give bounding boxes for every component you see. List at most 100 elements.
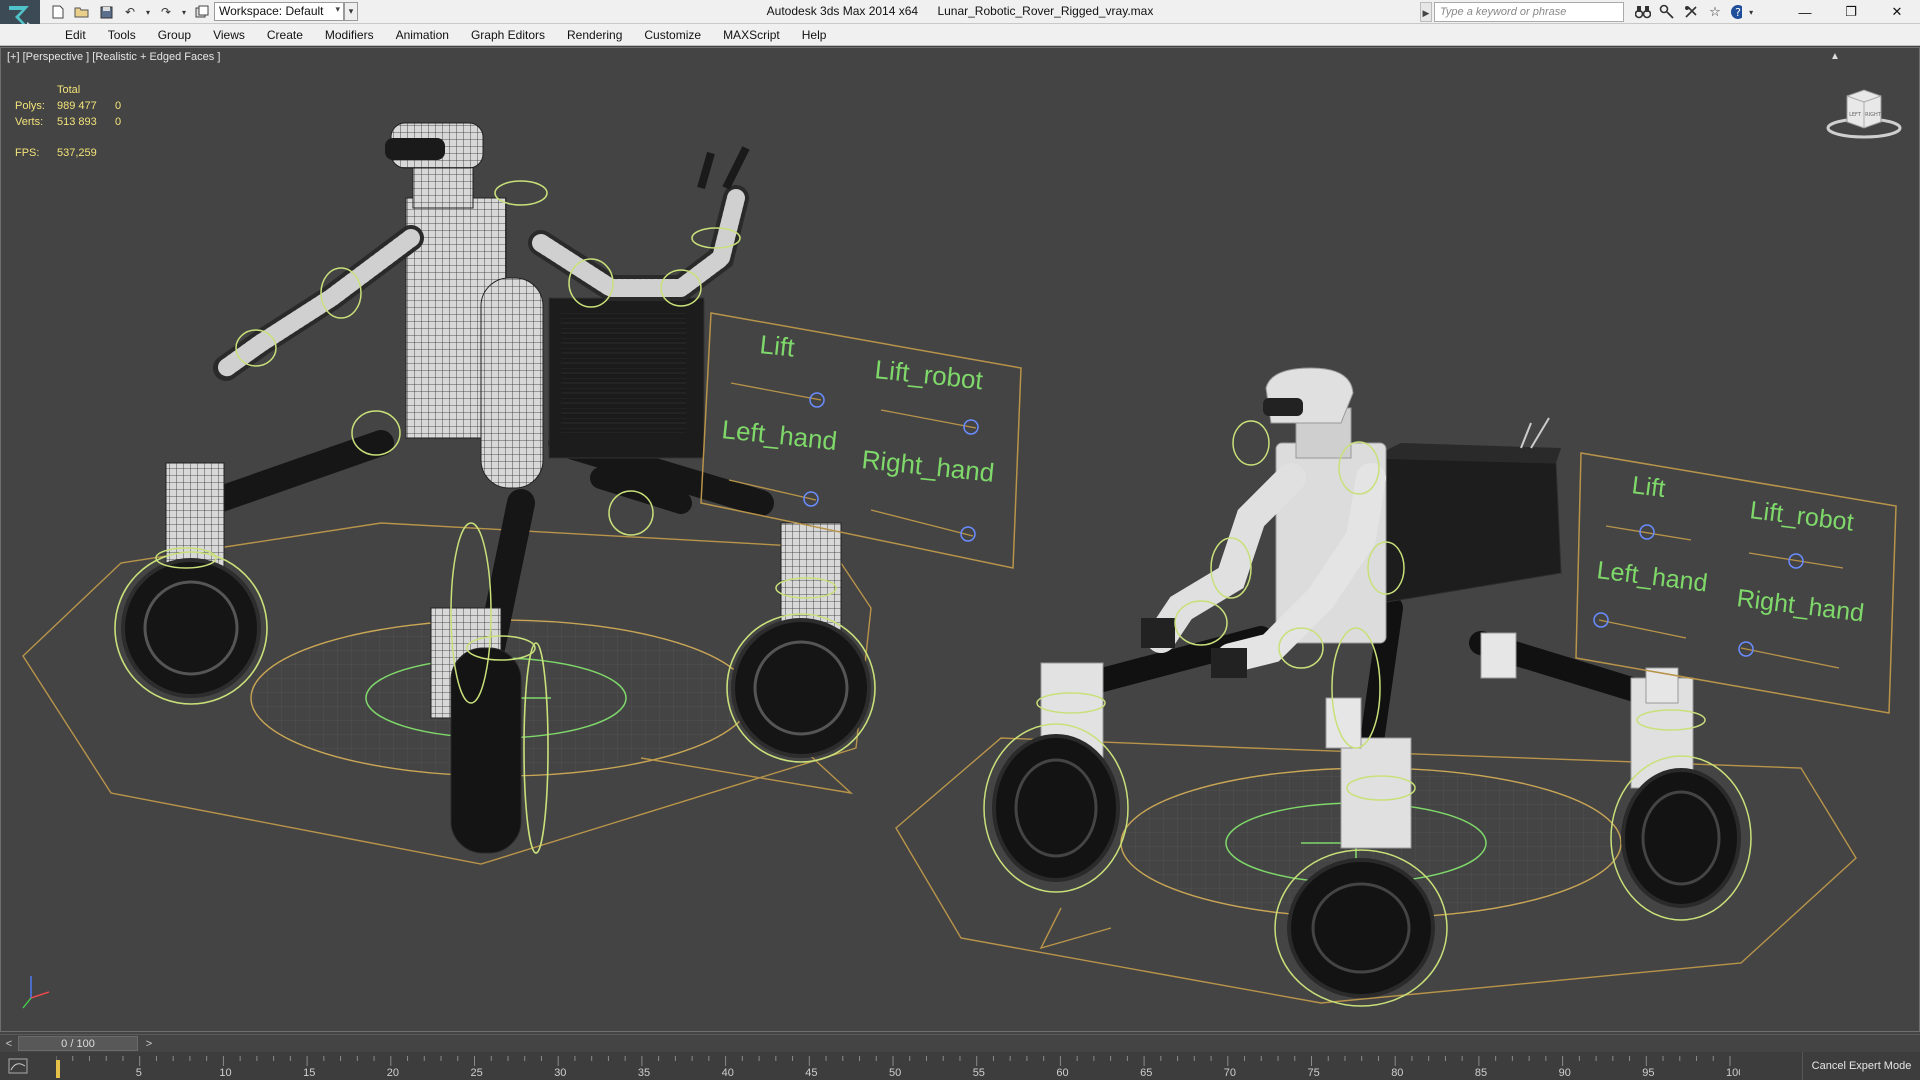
left-slider-track-lift <box>730 382 822 401</box>
left-wheel-1[interactable] <box>121 558 261 698</box>
left-wheel-2[interactable] <box>731 618 871 758</box>
menu-edit[interactable]: Edit <box>54 24 97 46</box>
open-file-icon[interactable] <box>72 3 92 21</box>
axis-tripod-icon <box>22 976 50 1009</box>
stats-total-header: Total <box>57 84 81 96</box>
right-head-visor <box>1263 398 1303 416</box>
left-panel-right-hand-label: Right_hand <box>860 444 995 488</box>
frame-ruler[interactable]: 5 10 15 20 25 30 35 40 45 50 55 60 65 70 75 80 85 90 95 100 <box>56 1052 1740 1080</box>
stats-verts-selected: 0 <box>115 116 122 128</box>
right-control-panel[interactable]: Lift Lift_robot Left_hand Right_hand <box>1575 452 1897 714</box>
ruler-tick-label: 50 <box>889 1067 901 1079</box>
cancel-expert-mode-button[interactable]: Cancel Expert Mode <box>1802 1052 1920 1080</box>
communication-center-icon[interactable] <box>1682 3 1700 21</box>
workspace-menu-button[interactable]: ▾ <box>344 2 358 21</box>
undo-icon[interactable]: ↶ <box>120 3 140 21</box>
right-wheel-1[interactable] <box>992 734 1120 882</box>
menu-create[interactable]: Create <box>256 24 314 46</box>
save-file-icon[interactable] <box>96 3 116 21</box>
right-panel-lift-robot-label: Lift_robot <box>1748 496 1855 537</box>
undo-dropdown-icon[interactable]: ▾ <box>144 3 152 21</box>
ruler-tick-label: 95 <box>1642 1067 1654 1079</box>
left-slider-knob-lift[interactable] <box>809 392 825 408</box>
redo-icon[interactable]: ↷ <box>156 3 176 21</box>
current-frame-marker[interactable] <box>56 1060 60 1078</box>
right-slider-track-lift <box>1605 525 1692 541</box>
viewcube[interactable]: LEFT RIGHT <box>1821 80 1907 140</box>
lock-icon[interactable]: ▲ <box>1830 51 1840 62</box>
window-title: Autodesk 3ds Max 2014 x64 Lunar_Robotic_… <box>660 4 1260 18</box>
track-bar[interactable]: 5 10 15 20 25 30 35 40 45 50 55 60 65 70 75 80 85 90 95 100… <box>0 1052 1920 1080</box>
left-panel-lift-robot-label: Lift_robot <box>873 354 985 395</box>
right-gripper-right <box>1211 648 1247 678</box>
ruler-tick-label: 5 <box>136 1067 142 1079</box>
right-antenna-1 <box>1520 422 1532 449</box>
right-wheel-3[interactable] <box>1621 768 1741 908</box>
viewcube-right-face[interactable]: RIGHT <box>1865 112 1882 118</box>
ruler-tick-label: 90 <box>1559 1067 1571 1079</box>
svg-text:?: ? <box>1735 6 1741 19</box>
ruler-tick-label: 25 <box>471 1067 483 1079</box>
ruler-tick-label: 30 <box>554 1067 566 1079</box>
menu-graph-editors[interactable]: Graph Editors <box>460 24 556 46</box>
workspace-select[interactable]: Workspace: Default ▾ <box>214 2 344 21</box>
perspective-viewport[interactable]: Lift Lift_robot Left_hand Right_hand Lif… <box>0 47 1920 1032</box>
file-name: Lunar_Robotic_Rover_Rigged_vray.max <box>937 4 1154 18</box>
help-icon[interactable]: ? ▾ <box>1730 3 1758 21</box>
mini-curve-editor-icon[interactable] <box>8 1058 28 1074</box>
menu-help[interactable]: Help <box>791 24 838 46</box>
menu-customize[interactable]: Customize <box>633 24 712 46</box>
stats-polys-selected: 0 <box>115 100 122 112</box>
menu-maxscript[interactable]: MAXScript <box>712 24 791 46</box>
time-slider-thumb[interactable]: 0 / 100 <box>18 1036 138 1051</box>
right-arm-left[interactable] <box>1146 463 1306 653</box>
right-wheel-2[interactable] <box>1287 858 1435 998</box>
left-slider-track-right-hand <box>870 509 974 537</box>
menu-views[interactable]: Views <box>202 24 256 46</box>
chevron-down-icon: ▾ <box>335 4 340 14</box>
binoculars-icon[interactable] <box>1634 3 1652 21</box>
previous-frame-icon[interactable]: < <box>2 1037 16 1051</box>
menu-animation[interactable]: Animation <box>385 24 460 46</box>
minimize-icon[interactable]: — <box>1782 0 1828 24</box>
left-panel-left-hand-label: Left_hand <box>720 414 838 456</box>
menu-tools[interactable]: Tools <box>97 24 147 46</box>
menu-modifiers[interactable]: Modifiers <box>314 24 385 46</box>
scene-render[interactable]: Lift Lift_robot Left_hand Right_hand Lif… <box>1 48 1919 1031</box>
right-wheel-mount-2 <box>1340 737 1412 849</box>
restore-icon[interactable]: ❐ <box>1828 0 1874 24</box>
time-slider[interactable]: < 0 / 100 > <box>0 1034 1920 1052</box>
title-bar: ↶ ▾ ↷ ▾ Workspace: Default ▾ ▾ Autodesk … <box>0 0 1920 34</box>
next-frame-icon[interactable]: > <box>142 1037 156 1051</box>
menu-rendering[interactable]: Rendering <box>556 24 633 46</box>
search-input[interactable]: Type a keyword or phrase <box>1434 2 1624 22</box>
menu-group[interactable]: Group <box>147 24 202 46</box>
right-slider-track-lift-robot <box>1748 552 1844 569</box>
stats-polys-total: 989 477 <box>57 100 97 112</box>
chevron-down-icon: ▾ <box>1749 7 1754 17</box>
right-rover-group[interactable]: Lift Lift_robot Left_hand Right_hand <box>895 367 1897 1007</box>
favorites-star-icon[interactable]: ☆ <box>1706 3 1724 21</box>
subscription-key-icon[interactable] <box>1658 3 1676 21</box>
left-control-panel[interactable]: Lift Lift_robot Left_hand Right_hand <box>700 312 1022 569</box>
redo-dropdown-icon[interactable]: ▾ <box>180 3 188 21</box>
viewcube-left-face[interactable]: LEFT <box>1849 112 1862 118</box>
infocenter-expand-icon[interactable]: ▶ <box>1420 2 1432 22</box>
viewport-label-menu[interactable]: [+] [Perspective ] [Realistic + Edged Fa… <box>7 51 220 63</box>
right-gripper-left <box>1141 618 1175 648</box>
left-gripper-right <box>697 146 750 190</box>
right-cargo-box <box>1370 457 1562 604</box>
statistics-overlay: Total Polys: 989 477 0 Verts: 513 893 0 … <box>15 82 121 161</box>
quick-access-toolbar: ↶ ▾ ↷ ▾ <box>48 2 212 22</box>
ruler-tick-label: 35 <box>638 1067 650 1079</box>
new-file-icon[interactable] <box>48 3 68 21</box>
close-icon[interactable]: ✕ <box>1874 0 1920 24</box>
left-wheel-3[interactable] <box>450 647 522 854</box>
right-antenna-2 <box>1530 417 1550 449</box>
project-folder-icon[interactable] <box>192 3 212 21</box>
ruler-tick-label: 80 <box>1391 1067 1403 1079</box>
ruler-tick-label: 100 <box>1726 1067 1740 1079</box>
right-slider-track-right-hand <box>1740 647 1840 669</box>
left-rover-group[interactable]: Lift Lift_robot Left_hand Right_hand <box>22 122 1022 865</box>
stats-polys-label: Polys: <box>15 100 45 112</box>
